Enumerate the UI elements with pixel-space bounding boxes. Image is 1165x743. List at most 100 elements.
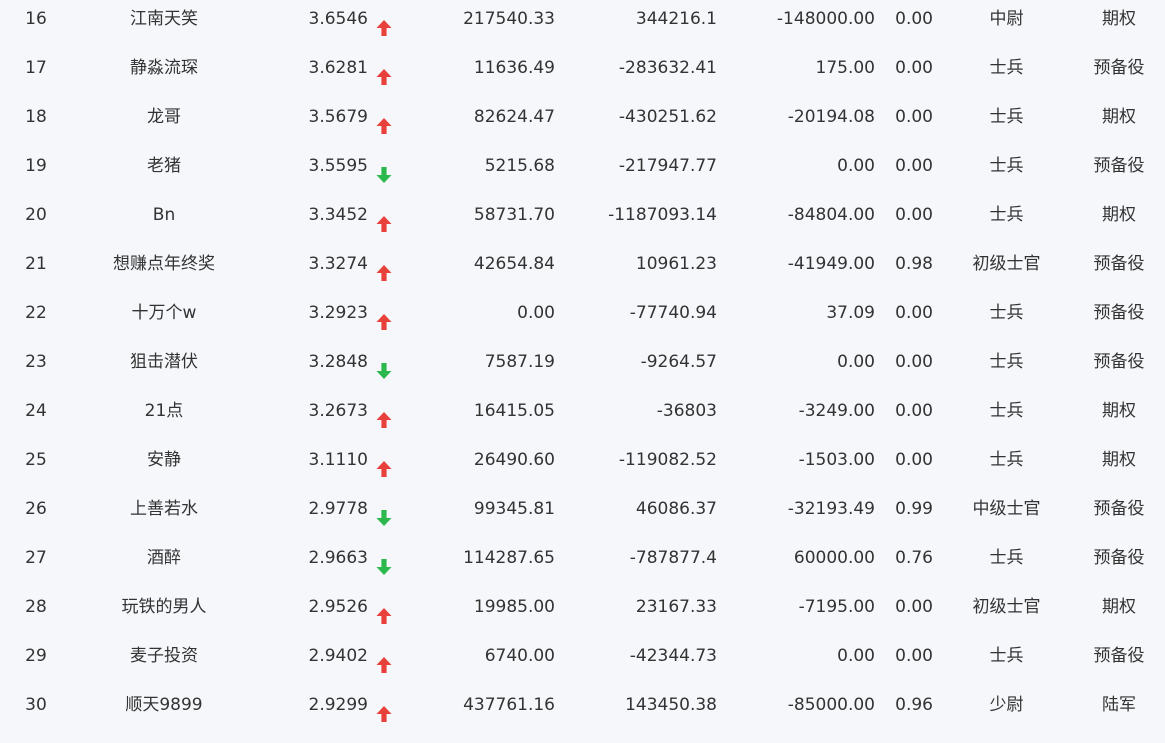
name-cell: 静淼流琛 <box>130 58 198 78</box>
value-1-cell: 0.00 <box>517 303 555 323</box>
name-cell: 江南天笑 <box>130 9 198 29</box>
rank-cell: 30 <box>25 695 47 715</box>
value-3-cell: -20194.08 <box>787 107 875 127</box>
rank-cell: 21 <box>25 254 47 274</box>
rank-cell: 28 <box>25 597 47 617</box>
name-cell: 酒醉 <box>147 548 181 568</box>
table-row[interactable]: 22 十万个w 3.2923 0.00 -77740.94 37.09 0.00… <box>0 289 1165 338</box>
value-3-cell: -7195.00 <box>798 597 875 617</box>
trend-cell <box>374 485 394 534</box>
military-rank-cell: 士兵 <box>989 646 1024 666</box>
category-cell: 期权 <box>1102 107 1136 127</box>
table-row[interactable]: 25 安静 3.1110 26490.60 -119082.52 -1503.0… <box>0 436 1165 485</box>
trend-cell <box>374 387 394 436</box>
value-1-cell: 82624.47 <box>473 107 555 127</box>
category-cell: 预备役 <box>1093 303 1145 323</box>
value-4-cell: 0.00 <box>895 205 933 225</box>
category-cell: 预备役 <box>1093 499 1145 519</box>
trend-cell <box>374 681 394 730</box>
trend-cell <box>374 583 394 632</box>
name-cell: 想赚点年终奖 <box>113 254 215 274</box>
table-row[interactable]: 27 酒醉 2.9663 114287.65 -787877.4 60000.0… <box>0 534 1165 583</box>
arrow-up-icon <box>375 204 393 232</box>
military-rank-cell: 士兵 <box>989 156 1024 176</box>
value-3-cell: -41949.00 <box>787 254 875 274</box>
value-2-cell: -42344.73 <box>629 646 717 666</box>
value-2-cell: 143450.38 <box>625 695 717 715</box>
arrow-up-icon <box>375 302 393 330</box>
value-3-cell: -85000.00 <box>787 695 875 715</box>
table-row[interactable]: 23 狙击潜伏 3.2848 7587.19 -9264.57 0.00 0.0… <box>0 338 1165 387</box>
table-row[interactable]: 24 21点 3.2673 16415.05 -36803 -3249.00 0… <box>0 387 1165 436</box>
category-cell: 期权 <box>1102 597 1136 617</box>
rank-cell: 25 <box>25 450 47 470</box>
score-cell: 3.5595 <box>308 156 368 176</box>
score-cell: 3.3452 <box>308 205 368 225</box>
name-cell: 老猪 <box>147 156 181 176</box>
rank-cell: 20 <box>25 205 47 225</box>
rank-cell: 16 <box>25 9 47 29</box>
category-cell: 预备役 <box>1093 254 1145 274</box>
name-cell: 安静 <box>147 450 181 470</box>
arrow-up-icon <box>375 596 393 624</box>
military-rank-cell: 士兵 <box>989 303 1024 323</box>
table-row[interactable]: 28 玩铁的男人 2.9526 19985.00 23167.33 -7195.… <box>0 583 1165 632</box>
value-1-cell: 42654.84 <box>473 254 555 274</box>
value-3-cell: -3249.00 <box>798 401 875 421</box>
table-row[interactable]: 18 龙哥 3.5679 82624.47 -430251.62 -20194.… <box>0 93 1165 142</box>
table-row[interactable]: 16 江南天笑 3.6546 217540.33 344216.1 -14800… <box>0 0 1165 44</box>
name-cell: Bn <box>152 205 176 225</box>
value-3-cell: -84804.00 <box>787 205 875 225</box>
table-row[interactable]: 30 顺天9899 2.9299 437761.16 143450.38 -85… <box>0 681 1165 730</box>
value-3-cell: -32193.49 <box>787 499 875 519</box>
value-1-cell: 26490.60 <box>473 450 555 470</box>
name-cell: 顺天9899 <box>125 695 203 715</box>
table-row[interactable]: 29 麦子投资 2.9402 6740.00 -42344.73 0.00 0.… <box>0 632 1165 681</box>
value-4-cell: 0.00 <box>895 646 933 666</box>
table-row[interactable]: 21 想赚点年终奖 3.3274 42654.84 10961.23 -4194… <box>0 240 1165 289</box>
table-row[interactable]: 17 静淼流琛 3.6281 11636.49 -283632.41 175.0… <box>0 44 1165 93</box>
value-2-cell: -217947.77 <box>618 156 717 176</box>
category-cell: 期权 <box>1102 450 1136 470</box>
value-2-cell: 23167.33 <box>635 597 717 617</box>
value-1-cell: 5215.68 <box>484 156 555 176</box>
arrow-down-icon <box>375 498 393 526</box>
name-cell: 十万个w <box>131 303 197 323</box>
trend-cell <box>374 632 394 681</box>
score-cell: 2.9402 <box>308 646 368 666</box>
value-1-cell: 19985.00 <box>473 597 555 617</box>
value-4-cell: 0.99 <box>895 499 933 519</box>
arrow-down-icon <box>375 155 393 183</box>
name-cell: 狙击潜伏 <box>130 352 198 372</box>
score-cell: 2.9663 <box>308 548 368 568</box>
score-cell: 3.2673 <box>308 401 368 421</box>
category-cell: 预备役 <box>1093 646 1145 666</box>
value-2-cell: -119082.52 <box>618 450 717 470</box>
ranking-table: 16 江南天笑 3.6546 217540.33 344216.1 -14800… <box>0 0 1165 730</box>
score-cell: 3.2848 <box>308 352 368 372</box>
table-row[interactable]: 19 老猪 3.5595 5215.68 -217947.77 0.00 0.0… <box>0 142 1165 191</box>
value-2-cell: -9264.57 <box>640 352 717 372</box>
trend-cell <box>374 436 394 485</box>
rank-cell: 26 <box>25 499 47 519</box>
military-rank-cell: 中尉 <box>989 9 1024 29</box>
arrow-up-icon <box>375 106 393 134</box>
score-cell: 2.9778 <box>308 499 368 519</box>
category-cell: 预备役 <box>1093 58 1145 78</box>
rank-cell: 29 <box>25 646 47 666</box>
trend-cell <box>374 289 394 338</box>
table-row[interactable]: 26 上善若水 2.9778 99345.81 46086.37 -32193.… <box>0 485 1165 534</box>
military-rank-cell: 少尉 <box>989 695 1024 715</box>
value-3-cell: 37.09 <box>826 303 875 323</box>
name-cell: 龙哥 <box>147 107 181 127</box>
table-row[interactable]: 20 Bn 3.3452 58731.70 -1187093.14 -84804… <box>0 191 1165 240</box>
military-rank-cell: 士兵 <box>989 58 1024 78</box>
score-cell: 3.2923 <box>308 303 368 323</box>
category-cell: 期权 <box>1102 401 1136 421</box>
trend-cell <box>374 240 394 289</box>
trend-cell <box>374 338 394 387</box>
military-rank-cell: 中级士官 <box>972 499 1041 519</box>
arrow-up-icon <box>375 400 393 428</box>
value-3-cell: -1503.00 <box>798 450 875 470</box>
score-cell: 3.6546 <box>308 9 368 29</box>
